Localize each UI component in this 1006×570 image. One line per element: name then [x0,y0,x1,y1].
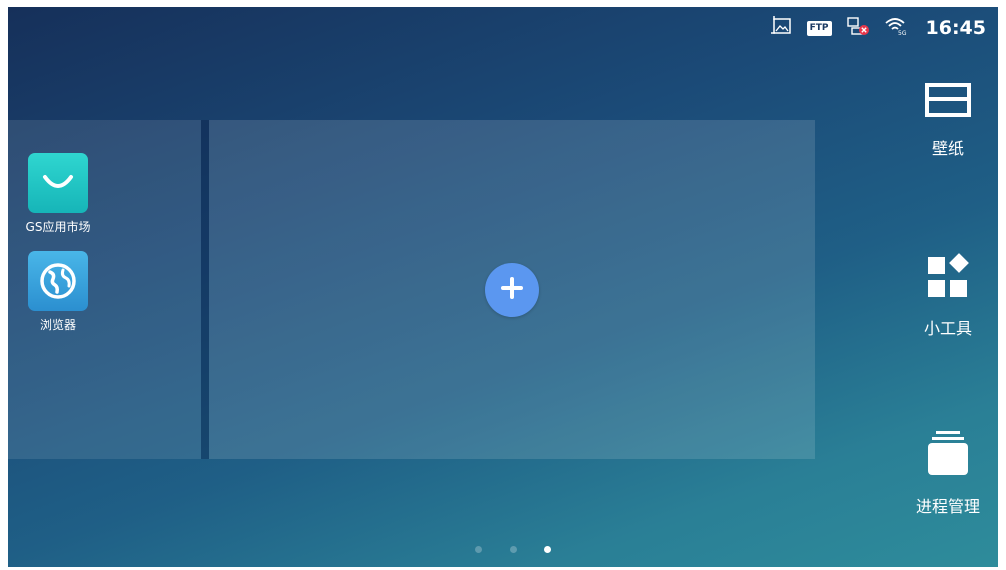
app-gs-market[interactable]: GS应用市场 [13,153,103,235]
wallpaper-icon [920,77,976,125]
app-label: 浏览器 [39,318,76,332]
wifi-5g-icon: 5G [884,16,908,40]
add-page-button[interactable] [485,263,539,317]
plus-icon [499,275,525,305]
side-menu: 壁纸 小工具 进程管理 [898,77,998,547]
panel-divider [201,120,209,459]
app-market-icon[interactable] [28,153,88,213]
wallpaper-button[interactable]: 壁纸 [898,77,998,159]
browser-globe-icon[interactable] [28,251,88,311]
launcher-screen: FTP 5G 16:45 GS应用市场 浏览器 壁纸 小工具 进程管理 [8,7,998,567]
network-disconnected-icon [846,16,870,40]
status-bar: FTP 5G 16:45 [8,7,998,49]
side-menu-label: 小工具 [923,319,972,338]
ftp-icon: FTP [806,20,832,36]
page-dot[interactable] [510,546,517,553]
side-menu-label: 进程管理 [915,497,980,516]
screenshot-icon [770,16,793,40]
widgets-icon [920,251,976,305]
status-icons: FTP 5G 16:45 [770,7,986,49]
process-manager-icon [920,429,976,483]
status-time: 16:45 [925,17,986,39]
page-indicator[interactable] [468,546,568,556]
page-dot[interactable] [475,546,482,553]
widgets-button[interactable]: 小工具 [898,251,998,339]
side-menu-label: 壁纸 [931,139,964,158]
process-manager-button[interactable]: 进程管理 [898,429,998,517]
app-browser[interactable]: 浏览器 [13,251,103,333]
svg-text:5G: 5G [898,30,907,36]
page-dot-active[interactable] [544,546,551,553]
app-label: GS应用市场 [25,220,91,234]
